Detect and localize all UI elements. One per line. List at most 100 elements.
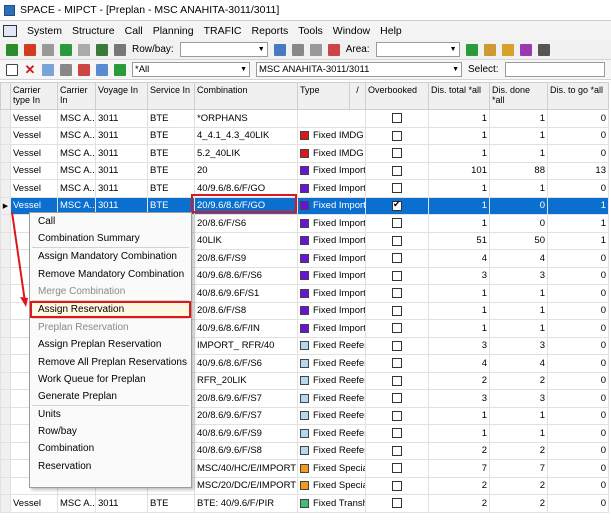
context-menu-item-assign-reservation[interactable]: Assign Reservation — [30, 300, 191, 319]
context-menu-item-combination-summary[interactable]: Combination Summary — [30, 230, 191, 247]
column-header[interactable]: Carrier type In — [10, 82, 58, 110]
row-header[interactable] — [0, 301, 11, 320]
table-row[interactable]: Vessel MSC A... 3011 BTE BTE: 40/9.6/F/PIR Fi… — [0, 494, 609, 513]
row-header[interactable] — [0, 319, 11, 338]
context-menu-item-reservation[interactable]: Reservation — [30, 458, 191, 475]
overbooked-checkbox[interactable] — [392, 480, 402, 491]
row-header[interactable]: ▶ — [0, 196, 11, 215]
overbooked-checkbox[interactable] — [392, 305, 402, 316]
new-icon[interactable] — [6, 63, 18, 76]
row-header[interactable] — [0, 284, 11, 303]
menu-window[interactable]: Window — [328, 25, 375, 37]
refresh-icon[interactable] — [114, 63, 126, 76]
table-row[interactable]: Vessel MSC A... 3011 BTE *ORPHANS 1 1 0 — [0, 109, 609, 128]
row-header[interactable] — [0, 109, 11, 128]
menu-system[interactable]: System — [22, 25, 67, 37]
bay-plan-icon[interactable] — [96, 43, 108, 56]
context-menu-item-assign-preplan-reservation[interactable]: Assign Preplan Reservation — [30, 336, 191, 353]
row-header[interactable] — [0, 336, 11, 355]
row-header[interactable] — [0, 266, 11, 285]
column-header[interactable]: Voyage In — [95, 82, 148, 110]
overbooked-checkbox[interactable] — [392, 498, 402, 509]
column-header[interactable]: Dis. total *all — [428, 82, 490, 110]
column-header[interactable]: Dis. done *all — [489, 82, 548, 110]
column-header[interactable]: Carrier In — [57, 82, 96, 110]
overbooked-checkbox[interactable] — [392, 410, 402, 421]
vessel-select[interactable]: MSC ANAHITA-3011/3011 ▼ — [256, 62, 462, 77]
column-header[interactable]: Combination — [194, 82, 298, 110]
export-icon[interactable] — [78, 63, 90, 76]
context-menu-item-work-queue-for-preplan[interactable]: Work Queue for Preplan — [30, 371, 191, 388]
overbooked-checkbox[interactable] — [392, 183, 402, 194]
copy-icon[interactable] — [42, 63, 54, 76]
row-header[interactable] — [0, 249, 11, 268]
menu-structure[interactable]: Structure — [67, 25, 120, 37]
row-header[interactable] — [0, 441, 11, 460]
row-header[interactable] — [0, 459, 11, 478]
overbooked-checkbox[interactable] — [392, 463, 402, 474]
row-header[interactable] — [0, 144, 11, 163]
grid-view-icon[interactable] — [6, 43, 18, 56]
overbooked-checkbox[interactable] — [392, 393, 402, 404]
upload-icon[interactable] — [96, 63, 108, 76]
check-icon[interactable] — [465, 43, 478, 56]
overbooked-checkbox[interactable] — [392, 358, 402, 369]
context-menu-item-call[interactable]: Call — [30, 213, 191, 230]
rowbay-select[interactable]: ▼ — [179, 42, 268, 57]
document-icon[interactable] — [501, 43, 514, 56]
overbooked-checkbox[interactable] — [392, 445, 402, 456]
delete-icon[interactable]: ✕ — [24, 63, 36, 76]
table-row[interactable]: Vessel MSC A... 3011 BTE 4_4.1_4.3_40LIK Fixe… — [0, 126, 609, 145]
overbooked-checkbox[interactable] — [392, 323, 402, 334]
print-icon[interactable] — [60, 63, 72, 76]
overbooked-checkbox[interactable] — [392, 288, 402, 299]
column-header[interactable]: / — [349, 82, 366, 110]
row-header[interactable] — [0, 354, 11, 373]
context-menu-item-generate-preplan[interactable]: Generate Preplan — [30, 388, 191, 405]
menu-reports[interactable]: Reports — [247, 25, 294, 37]
overbooked-checkbox[interactable] — [392, 253, 402, 264]
context-menu-item-assign-mandatory-combination[interactable]: Assign Mandatory Combination — [30, 248, 191, 265]
overbooked-checkbox[interactable] — [392, 270, 402, 281]
column-header[interactable]: Overbooked — [365, 82, 429, 110]
context-menu-item-row-bay[interactable]: Row/bay — [30, 423, 191, 440]
overbooked-checkbox[interactable] — [392, 148, 402, 159]
column-header[interactable]: Dis. to go *all — [547, 82, 609, 110]
column-header[interactable]: Service In — [147, 82, 195, 110]
save-icon[interactable] — [309, 43, 322, 56]
menu-planning[interactable]: Planning — [148, 25, 199, 37]
row-header[interactable] — [0, 406, 11, 425]
context-menu-item-remove-mandatory-combination[interactable]: Remove Mandatory Combination — [30, 266, 191, 283]
overbooked-checkbox[interactable] — [392, 218, 402, 229]
overbooked-checkbox[interactable] — [392, 165, 402, 176]
overbooked-checkbox[interactable] — [392, 340, 402, 351]
overbooked-checkbox[interactable] — [392, 130, 402, 141]
area-select[interactable]: ▼ — [375, 42, 460, 57]
row-header[interactable] — [0, 389, 11, 408]
row-header[interactable] — [0, 424, 11, 443]
overbooked-checkbox[interactable] — [392, 113, 402, 124]
color-legend-icon[interactable] — [24, 43, 36, 56]
row-header[interactable] — [0, 494, 11, 513]
row-header[interactable] — [0, 231, 11, 250]
menu-tools[interactable]: Tools — [293, 25, 328, 37]
menu-call[interactable]: Call — [120, 25, 148, 37]
chart-icon[interactable] — [519, 43, 532, 56]
row-header[interactable] — [0, 161, 11, 180]
row-header[interactable] — [0, 214, 11, 233]
screen-icon[interactable] — [42, 43, 54, 56]
print-icon[interactable] — [291, 43, 304, 56]
filter-icon[interactable] — [273, 43, 286, 56]
row-header[interactable] — [0, 126, 11, 145]
table-row[interactable]: Vessel MSC A... 3011 BTE 20 Fixed Import 101 88… — [0, 161, 609, 180]
select-input[interactable] — [504, 62, 605, 77]
overbooked-checkbox[interactable] — [392, 428, 402, 439]
overbooked-checkbox[interactable] — [392, 375, 402, 386]
crane-icon[interactable] — [483, 43, 496, 56]
refresh-icon[interactable] — [60, 43, 72, 56]
zoom-icon[interactable] — [78, 43, 90, 56]
overbooked-checkbox[interactable] — [392, 199, 402, 211]
row-header[interactable] — [0, 371, 11, 390]
dropdown-tool-icon[interactable] — [114, 43, 126, 56]
menu-trafic[interactable]: TRAFIC — [199, 25, 247, 37]
